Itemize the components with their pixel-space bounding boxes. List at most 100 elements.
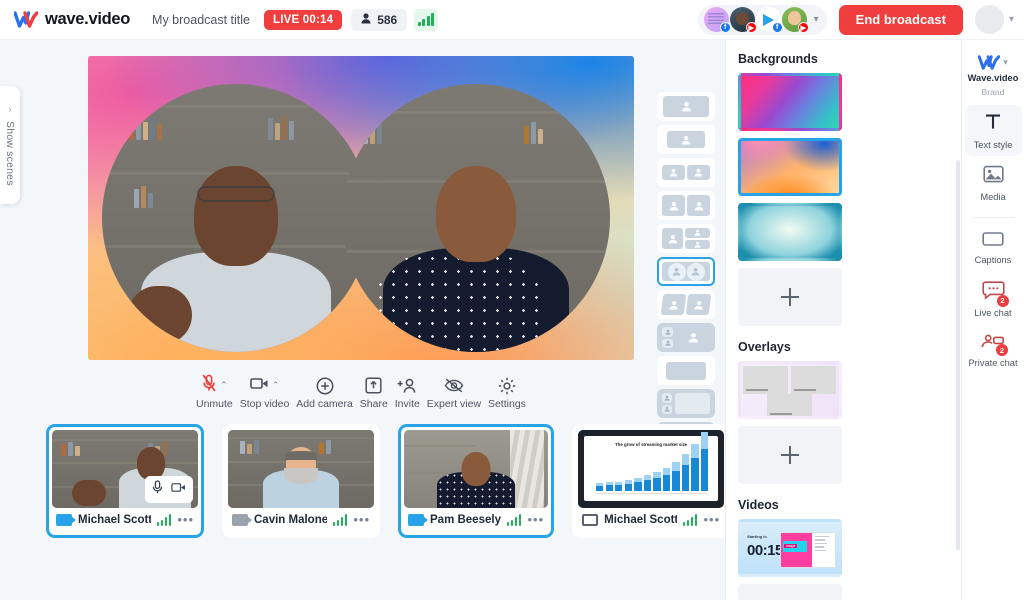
participant-card-pam-beesely[interactable]: Pam Beesely ••• <box>398 423 555 538</box>
video-starting-soon[interactable]: Starting in 00:15 image <box>738 519 842 577</box>
participant-name: Cavin Malone <box>254 513 327 526</box>
eye-off-icon <box>444 376 464 395</box>
rail-media-label: Media <box>980 192 1006 203</box>
add-camera-button[interactable]: Add camera <box>296 376 353 410</box>
layout-two-tilted[interactable] <box>657 290 715 319</box>
share-button[interactable]: Share <box>360 376 388 410</box>
live-chat-icon: 2 <box>981 281 1009 307</box>
more-options-icon[interactable]: ••• <box>703 512 720 527</box>
laptop-graphic: image <box>780 532 836 568</box>
camera-icon[interactable] <box>171 480 186 498</box>
rail-item-media[interactable]: Media <box>965 158 1022 209</box>
microphone-icon[interactable] <box>152 479 163 499</box>
background-teal-glow[interactable] <box>738 203 842 261</box>
share-label: Share <box>359 398 388 410</box>
layout-two-equal[interactable] <box>657 191 715 220</box>
tools-rail: ▾ Wave.video Brand Text style Media Capt… <box>961 40 1024 600</box>
rail-item-brand[interactable]: ▾ Wave.video Brand <box>965 48 1022 103</box>
destination-facebook-1[interactable]: f <box>703 7 731 33</box>
stage-camera-michael-scott[interactable] <box>102 84 370 352</box>
destination-youtube-2[interactable]: ▶ <box>781 7 809 33</box>
participant-card-cavin-malone[interactable]: Cavin Malone ••• <box>222 423 380 538</box>
participant-hover-controls[interactable] <box>145 475 193 503</box>
facebook-badge-icon: f <box>719 22 731 33</box>
invite-button[interactable]: Invite <box>395 376 420 410</box>
stage-wrapper: ⌃ Unmute ⌃ Stop video Add camera Share I… <box>0 40 725 451</box>
background-rainbow[interactable] <box>738 73 842 131</box>
layout-screen-with-strip[interactable] <box>657 389 715 418</box>
chevron-up-icon[interactable]: ⌃ <box>272 380 280 391</box>
participant-info-bar: Pam Beesely ••• <box>404 508 548 532</box>
rail-brand-label: Wave.video <box>967 73 1019 83</box>
participant-card-michael-scott[interactable]: Michael Scott ••• <box>46 423 204 538</box>
layout-two-small[interactable] <box>657 158 715 187</box>
broadcast-preview[interactable] <box>88 56 634 360</box>
screenshare-thumbnail[interactable]: The grow of streaming market size <box>578 429 725 508</box>
plus-icon <box>781 446 799 464</box>
layout-two-circles[interactable] <box>657 257 715 286</box>
rail-item-private-chat[interactable]: 2 Private chat <box>965 326 1022 375</box>
wave-video-live-studio: wave.video My broadcast title LIVE 00:14… <box>0 0 1024 600</box>
destination-youtube-1[interactable]: ▶ <box>729 7 757 33</box>
add-video-button[interactable]: ☝ <box>738 584 842 600</box>
avatar <box>974 5 1004 34</box>
unmute-button[interactable]: ⌃ Unmute <box>196 374 233 410</box>
chevron-up-icon[interactable]: ⌃ <box>220 380 228 391</box>
chevron-down-icon[interactable]: ▾ <box>814 14 819 25</box>
destination-facebook-2[interactable]: f <box>755 7 783 33</box>
settings-button[interactable]: Settings <box>488 376 526 410</box>
stage-camera-pam-beesely[interactable] <box>342 84 610 352</box>
overlays-section-title: Overlays <box>738 340 791 354</box>
layout-single-centered[interactable] <box>657 125 715 154</box>
rail-item-live-chat[interactable]: 2 Live chat <box>965 274 1022 325</box>
camera-off-icon <box>232 513 252 526</box>
participant-thumbnail[interactable] <box>228 429 374 508</box>
participant-thumbnail[interactable] <box>404 429 549 508</box>
stop-video-button[interactable]: ⌃ Stop video <box>240 376 289 410</box>
rail-live-chat-label: Live chat <box>974 307 1012 318</box>
shared-screen-chart: The grow of streaming market size <box>583 432 719 502</box>
layout-picker <box>657 92 715 451</box>
layout-sidebar-plus-main[interactable] <box>657 323 715 352</box>
person-icon <box>361 12 371 27</box>
app-header: wave.video My broadcast title LIVE 00:14… <box>0 0 1024 40</box>
more-options-icon[interactable]: ••• <box>177 512 194 527</box>
participants-strip: Michael Scott ••• Cavin Malone ••• Pam B… <box>0 415 731 540</box>
add-background-button[interactable] <box>738 268 842 326</box>
backgrounds-section-title: Backgrounds <box>738 52 818 66</box>
avatar-circle-left <box>667 262 686 281</box>
show-scenes-toggle[interactable]: › Show scenes <box>0 86 20 204</box>
plus-icon <box>781 288 799 306</box>
settings-label: Settings <box>487 398 526 410</box>
layout-one-plus-two[interactable] <box>657 224 715 253</box>
add-overlay-button[interactable] <box>738 426 842 484</box>
background-sunset-blue[interactable] <box>738 138 842 196</box>
participant-thumbnail[interactable] <box>52 429 198 508</box>
user-profile-menu[interactable]: ▾ <box>974 5 1014 34</box>
streaming-destinations[interactable]: f ▶ f ▶ ▾ <box>697 4 827 35</box>
assets-scrollbar[interactable] <box>956 160 960 550</box>
expert-view-button[interactable]: Expert view <box>427 376 481 410</box>
rail-item-text-style[interactable]: Text style <box>964 104 1022 157</box>
rail-text-style-label: Text style <box>973 139 1013 150</box>
end-broadcast-button[interactable]: End broadcast <box>838 4 963 35</box>
overlay-lower-thirds[interactable] <box>738 361 842 419</box>
chevron-right-icon: › <box>8 104 12 115</box>
text-style-icon <box>983 112 1003 137</box>
signal-bars-icon <box>332 513 348 526</box>
participant-card-michael-scott-screenshare[interactable]: The grow of streaming market size Michae… <box>572 423 731 538</box>
header-right-group: f ▶ f ▶ ▾ End broadcast ▾ <box>697 4 1014 35</box>
layout-single-full[interactable] <box>657 92 715 121</box>
broadcast-title[interactable]: My broadcast title <box>152 13 250 27</box>
chevron-down-icon[interactable]: ▾ <box>1003 57 1008 68</box>
chevron-down-icon[interactable]: ▾ <box>1009 14 1014 25</box>
rail-item-captions[interactable]: Captions <box>965 224 1022 272</box>
invite-label: Invite <box>394 398 420 410</box>
more-options-icon[interactable]: ••• <box>527 512 544 527</box>
add-camera-label: Add camera <box>296 398 353 410</box>
viewer-count-value: 586 <box>377 12 398 27</box>
brand-logo[interactable]: wave.video <box>13 10 130 29</box>
more-options-icon[interactable]: ••• <box>353 512 370 527</box>
backgrounds-grid <box>738 73 951 326</box>
layout-screen-only[interactable] <box>657 356 715 385</box>
